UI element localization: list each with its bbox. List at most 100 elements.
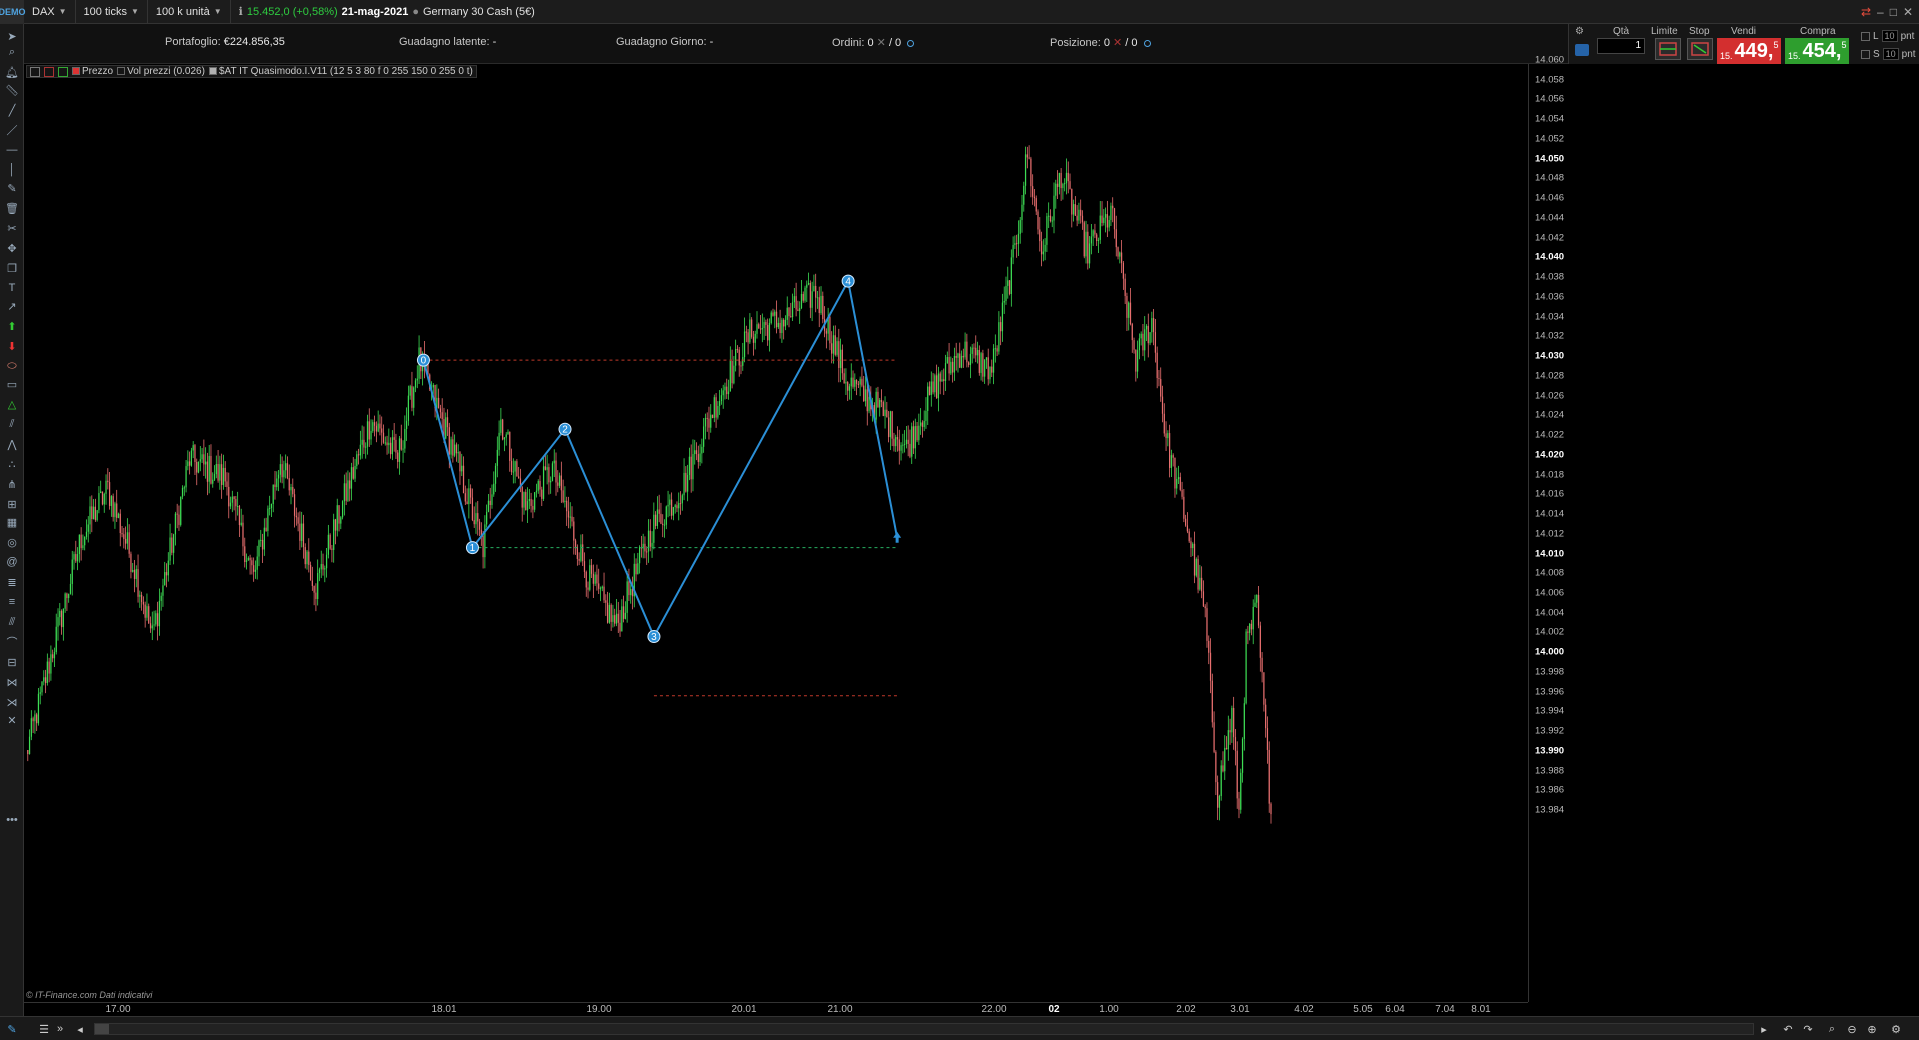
close-position-icon[interactable]: ✕ [1113,37,1122,49]
triangle-icon[interactable]: △ [4,396,20,412]
add-icon[interactable] [58,66,68,77]
fib-time-icon[interactable]: ⊟ [4,654,20,670]
fib-arc-icon[interactable]: ⌒ [4,634,20,650]
horizontal-line-icon[interactable]: — [4,142,20,158]
gann-icon[interactable]: ⊞ [4,496,20,512]
buy-arrow-icon[interactable]: ⬆ [4,318,20,334]
candle-body [389,442,392,455]
cycle-icon[interactable]: ◎ [4,534,20,550]
zoom-in-icon[interactable]: ⊕ [1864,1021,1880,1037]
harmonic-icon[interactable]: ⋊ [4,694,20,710]
fib-fan-icon[interactable]: ⫻ [4,614,20,630]
candle-body [1007,280,1009,286]
candle-body [1122,262,1125,279]
limit-order-button[interactable] [1655,38,1681,60]
settings-icon[interactable] [30,66,40,77]
scrollbar-thumb[interactable] [95,1024,109,1034]
time-axis[interactable]: 17.00 18.01 19.00 20.01 21.00 22.00 02 1.00 2.02… [24,1002,1528,1016]
limit-offset-checkbox[interactable] [1861,31,1870,41]
arrow-line-icon[interactable]: ↗ [4,298,20,314]
pattern-leg[interactable] [422,359,474,548]
text-icon[interactable]: T [4,280,20,296]
close-icon[interactable]: ✕ [1903,5,1913,19]
grid-icon[interactable]: ▦ [4,514,20,530]
spiral-icon[interactable]: @ [4,554,20,570]
legend-item-price[interactable]: Prezzo [72,66,113,77]
minimize-icon[interactable]: – [1877,5,1884,19]
candle-body [43,677,45,682]
pitchfork-icon[interactable]: ⋔ [4,476,20,492]
qty-input[interactable]: 1 [1597,38,1645,54]
rectangle-icon[interactable]: ▭ [4,376,20,392]
move-icon[interactable]: ✥ [4,240,20,256]
sell-button[interactable]: 15. 449, 5 [1717,38,1781,64]
scroll-left-icon[interactable]: ◂ [72,1021,88,1037]
menu-icon[interactable]: ☰ [36,1021,52,1037]
fib-extension-icon[interactable]: ≡ [4,594,20,610]
maximize-icon[interactable]: □ [1890,5,1897,19]
sync-icon[interactable]: ⇄ [1861,5,1871,19]
pattern-point-label: 1 [470,543,476,554]
alert-bell-icon[interactable]: 🔔︎ [4,64,20,80]
limit-offset-input[interactable]: 10 [1881,30,1898,42]
trash-icon[interactable]: 🗑︎ [4,200,20,216]
orders-link-icon[interactable] [907,39,915,47]
horizontal-scrollbar[interactable] [94,1023,1754,1035]
more-tools-icon[interactable]: ••• [4,812,20,828]
y-tick-label: 14.004 [1535,607,1565,619]
cursor-icon[interactable]: ➤ [4,28,20,44]
candle-body [676,505,678,509]
unrealized-gain-value: - [492,36,497,48]
stop-offset-checkbox[interactable] [1861,49,1870,59]
candle-body [948,357,950,374]
zoom-icon[interactable]: ⌕ [4,44,20,60]
xabcd-icon[interactable]: ✕ [4,712,20,728]
pattern-icon[interactable]: ⋀ [4,436,20,452]
price-axis[interactable]: 14.060 14.058 14.056 14.054 14.052 14.050 14.0… [1528,55,1568,1002]
trendline-icon[interactable]: ╱ [4,102,20,118]
settings-icon[interactable]: ⚙ [1575,26,1589,38]
orders-value: 0 [867,37,874,49]
sell-arrow-icon[interactable]: ⬇ [4,338,20,354]
fib-retracement-icon[interactable]: ≣ [4,574,20,590]
remove-icon[interactable] [44,66,54,77]
elliott-icon[interactable]: ⋈ [4,674,20,690]
points-icon[interactable]: ∴ [4,456,20,472]
copy-icon[interactable]: ❐ [4,260,20,276]
ruler-icon[interactable]: 📏︎ [4,82,20,98]
zoom-fit-icon[interactable]: ⌕ [1824,1021,1840,1037]
channel-icon[interactable]: ⫽ [4,416,20,432]
legend-item-volume[interactable]: Vol prezzi (0.026) [117,66,205,77]
chart-settings-icon[interactable]: ⚙ [1888,1021,1904,1037]
legend-item-indicator[interactable]: $AT IT Quasimodo.I.V11 (12 5 3 80 f 0 25… [208,66,473,77]
ellipse-icon[interactable]: ⬭ [4,358,20,374]
close-orders-icon[interactable]: ✕ [877,37,886,49]
units-selector[interactable]: 100 k unità ▼ [148,0,231,24]
scroll-right-icon[interactable]: ▸ [1756,1021,1772,1037]
candle-body [936,375,938,399]
candle-body [932,381,934,393]
line-icon[interactable]: ／ [4,122,20,138]
vertical-line-icon[interactable]: │ [4,162,20,178]
undo-icon[interactable]: ↶ [1780,1021,1796,1037]
brush-icon[interactable]: ✎ [4,180,20,196]
zoom-out-icon[interactable]: ⊖ [1844,1021,1860,1037]
pattern-leg[interactable] [471,428,566,549]
stop-offset-input[interactable]: 10 [1882,48,1899,60]
stop-order-button[interactable] [1687,38,1713,60]
pattern-arrow-icon[interactable] [893,531,902,543]
expand-icon[interactable]: » [52,1021,68,1037]
orders-field[interactable]: Ordini: 0 ✕ / 0 [832,36,915,49]
candle-body [85,531,88,537]
position-link-icon[interactable] [1143,39,1151,47]
buy-button[interactable]: 15. 454, 5 [1785,38,1849,64]
instrument-selector[interactable]: DAX ▼ [24,0,76,24]
price-chart[interactable]: 0 1 2 3 4 [24,64,1549,1000]
position-field[interactable]: Posizione: 0 ✕ / 0 [1050,36,1151,49]
draw-mode-icon[interactable]: ✎ [4,1021,20,1037]
tools-icon[interactable]: ✂ [4,220,20,236]
pattern-leg[interactable] [847,280,899,538]
keyboard-icon[interactable] [1575,44,1589,56]
redo-icon[interactable]: ↷ [1800,1021,1816,1037]
ticks-selector[interactable]: 100 ticks ▼ [76,0,148,24]
